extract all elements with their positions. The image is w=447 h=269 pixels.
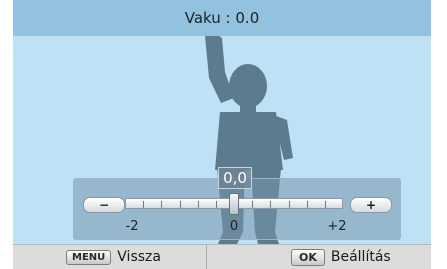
scale-min-label: -2 [125, 219, 139, 234]
menu-key-badge: MENU [66, 249, 112, 265]
ok-key-badge: OK [291, 248, 325, 266]
back-action[interactable]: MENU Vissza [13, 245, 207, 269]
minus-icon: − [98, 198, 110, 212]
slider-tick [307, 201, 308, 208]
slider-tick [161, 201, 162, 208]
back-label: Vissza [117, 249, 161, 265]
decrease-button[interactable]: − [83, 197, 125, 213]
slider-tick [289, 201, 290, 208]
confirm-action[interactable]: OK Beállítás [207, 245, 431, 269]
plus-icon: + [365, 198, 377, 212]
title-bar: Vaku : 0.0 [13, 0, 431, 36]
slider-tick [270, 201, 271, 208]
slider-tick [198, 201, 199, 208]
slider-tick [180, 201, 181, 208]
flash-compensation-title: Vaku : 0.0 [184, 9, 260, 27]
slider-tick [252, 201, 253, 208]
camera-screen: Vaku : 0.0 0,0 − + -2 0 +2 MENU Vissza O… [0, 0, 447, 269]
bottom-bar: MENU Vissza OK Beállítás [13, 244, 431, 269]
slider-tick [216, 201, 217, 208]
slider-tick [325, 201, 326, 208]
scale-max-label: +2 [327, 219, 347, 234]
slider-tick [143, 201, 144, 208]
confirm-label: Beállítás [330, 249, 391, 265]
slider-thumb[interactable] [229, 193, 239, 215]
current-value-label: 0,0 [218, 167, 252, 189]
scale-mid-label: 0 [229, 219, 239, 234]
increase-button[interactable]: + [350, 197, 392, 213]
